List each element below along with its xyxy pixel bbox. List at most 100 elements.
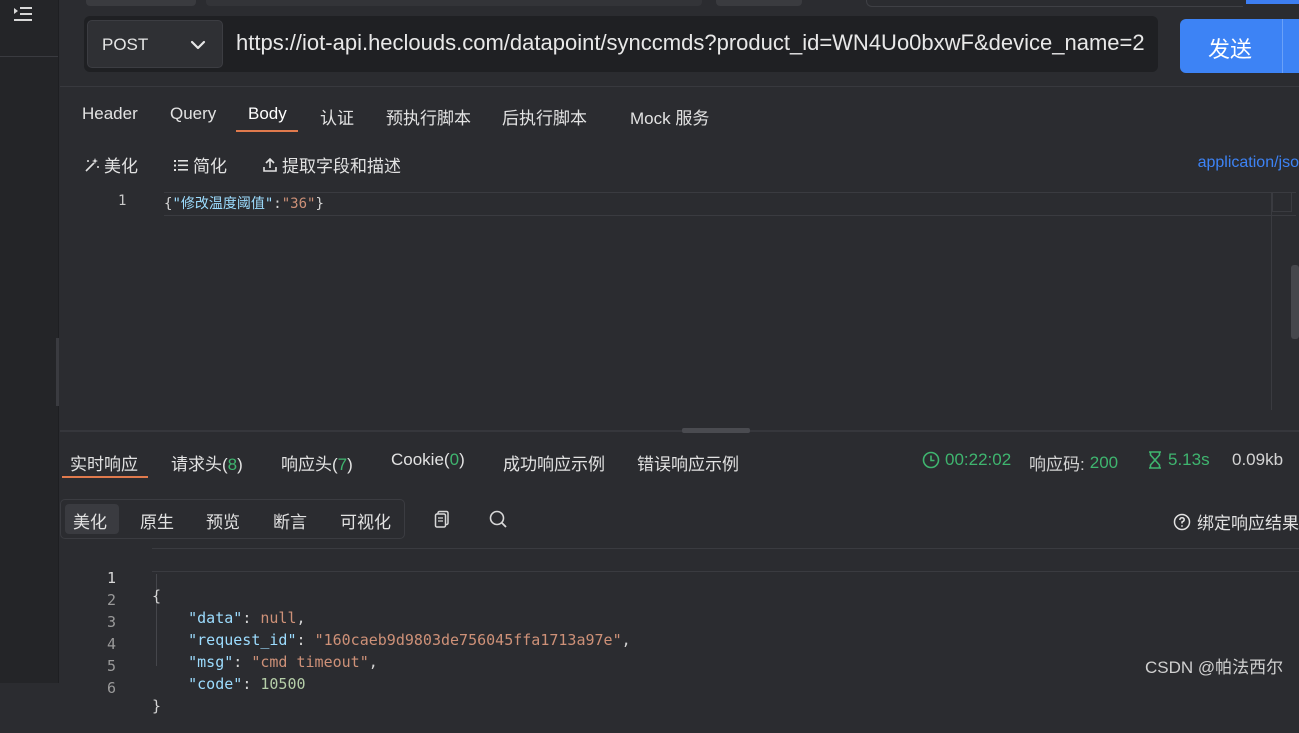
- response-size: 0.09kb: [1232, 450, 1283, 470]
- sidebar-resize-handle[interactable]: [56, 338, 59, 406]
- left-sidebar: [0, 0, 59, 683]
- bind-response-button[interactable]: 绑定响应结果: [1173, 509, 1299, 534]
- magic-wand-icon: [85, 157, 99, 172]
- search-icon[interactable]: [488, 509, 508, 529]
- count-badge: 7: [337, 455, 348, 474]
- tab-label: 请求头(: [171, 455, 228, 474]
- tab-pre-script[interactable]: 预执行脚本: [386, 104, 471, 129]
- code-brace: }: [315, 196, 324, 212]
- list-icon: [174, 159, 188, 171]
- sidebar-divider: [0, 56, 58, 57]
- tab-success-example[interactable]: 成功响应示例: [503, 450, 605, 475]
- bind-response-label: 绑定响应结果: [1197, 514, 1299, 533]
- request-tabs: Header Query Body 认证 预执行脚本 后执行脚本 Mock 服务: [60, 96, 1299, 136]
- duration-value: 5.13s: [1168, 450, 1210, 469]
- size-value: 0.09kb: [1232, 450, 1284, 469]
- send-button-label: 发送: [1208, 37, 1253, 62]
- url-bar: POST https://iot-api.heclouds.com/datapo…: [84, 16, 1158, 72]
- simplify-button[interactable]: 简化: [173, 152, 227, 177]
- tab-response-headers[interactable]: 响应头(7): [281, 450, 353, 475]
- top-tab-fragment[interactable]: [716, 0, 802, 6]
- content-type-select[interactable]: application/jso: [1198, 154, 1299, 172]
- tab-body[interactable]: Body: [248, 104, 287, 124]
- tab-query[interactable]: Query: [170, 104, 216, 124]
- code-line: 4 "msg": "cmd timeout",: [60, 617, 1299, 671]
- main-panel: POST https://iot-api.heclouds.com/datapo…: [60, 0, 1299, 715]
- code-line: 1 {: [60, 551, 1299, 605]
- response-time: 00:22:02: [922, 450, 1011, 470]
- tab-paren: ): [237, 455, 243, 474]
- method-select[interactable]: POST: [87, 20, 223, 68]
- response-body-viewer: 1 { 2 "data": null, 3 "request_id": "160…: [60, 548, 1299, 715]
- tab-paren: ): [459, 450, 465, 469]
- top-button-fragment[interactable]: [1246, 0, 1299, 4]
- top-tab-strip: [60, 0, 1299, 8]
- tab-label: 响应头(: [281, 455, 338, 474]
- tab-header[interactable]: Header: [82, 104, 138, 124]
- status-code: 响应码: 200: [1029, 450, 1118, 475]
- line-number: 1: [118, 193, 127, 209]
- response-tabs: 实时响应 请求头(8) 响应头(7) Cookie(0) 成功响应示例 错误响应…: [60, 440, 1299, 480]
- tab-request-headers[interactable]: 请求头(8): [171, 450, 243, 475]
- upload-icon: [263, 157, 277, 172]
- tab-mock-service[interactable]: Mock 服务: [630, 104, 709, 129]
- code-line: 6 }: [60, 661, 1299, 715]
- view-tab-visualize[interactable]: 可视化: [340, 508, 391, 533]
- divider: [60, 86, 1299, 87]
- tab-auth[interactable]: 认证: [320, 104, 354, 129]
- code-line: {"修改温度阈值":"36"}: [164, 193, 324, 213]
- simplify-label: 简化: [193, 157, 227, 176]
- code-line: 2 "data": null,: [60, 573, 1299, 627]
- active-tab-indicator: [236, 130, 298, 132]
- time-value: 00:22:02: [945, 450, 1012, 469]
- copy-icon[interactable]: [433, 509, 453, 529]
- code-colon: :: [273, 196, 282, 212]
- beautify-button[interactable]: 美化: [84, 152, 138, 177]
- extract-fields-label: 提取字段和描述: [282, 157, 401, 176]
- help-circle-icon: [1173, 513, 1191, 530]
- send-button[interactable]: 发送: [1180, 19, 1299, 73]
- code-line: 5 "code": 10500: [60, 639, 1299, 693]
- response-duration: 5.13s: [1147, 450, 1210, 470]
- body-toolbar: 美化 简化 提取字段和描述 application/jso: [60, 148, 1299, 178]
- splitter-handle[interactable]: [682, 428, 750, 433]
- tab-label: Cookie(: [391, 450, 450, 469]
- beautify-label: 美化: [104, 157, 138, 176]
- code-brace: }: [152, 697, 162, 715]
- url-input[interactable]: https://iot-api.heclouds.com/datapoint/s…: [236, 30, 1148, 56]
- tab-post-script[interactable]: 后执行脚本: [502, 104, 587, 129]
- chevron-down-icon: [190, 40, 206, 50]
- view-tab-raw[interactable]: 原生: [140, 508, 174, 533]
- active-tab-indicator: [62, 476, 148, 478]
- line-number: 6: [106, 679, 116, 697]
- status-value: 200: [1089, 452, 1119, 472]
- clock-icon: [922, 451, 940, 469]
- panel-splitter: [60, 430, 1299, 432]
- code-value: "36": [281, 196, 316, 212]
- editor-overview-box: [1272, 192, 1292, 212]
- view-tab-beautify[interactable]: 美化: [73, 508, 107, 533]
- current-line-highlight: [164, 192, 1296, 216]
- request-body-editor[interactable]: 1 {"修改温度阈值":"36"}: [60, 190, 1299, 412]
- view-tab-preview[interactable]: 预览: [206, 508, 240, 533]
- top-field-fragment[interactable]: [866, 0, 1243, 7]
- method-value: POST: [102, 35, 149, 54]
- tab-error-example[interactable]: 错误响应示例: [637, 450, 739, 475]
- tab-cookie[interactable]: Cookie(0): [391, 450, 465, 470]
- extract-fields-button[interactable]: 提取字段和描述: [262, 152, 401, 177]
- hourglass-icon: [1149, 451, 1161, 469]
- send-button-divider: [1282, 19, 1283, 73]
- scrollbar-thumb[interactable]: [1291, 265, 1299, 339]
- code-key: "修改温度阈值": [172, 196, 274, 212]
- watermark: CSDN @帕法西尔: [1145, 658, 1284, 677]
- response-view-tabs: 美化 原生 预览 断言 可视化: [60, 499, 405, 539]
- code-line: 3 "request_id": "160caeb9d9803de756045ff…: [60, 595, 1299, 649]
- top-tab-fragment[interactable]: [206, 0, 702, 6]
- collapse-menu-icon[interactable]: [13, 6, 33, 24]
- count-badge: 8: [227, 455, 238, 474]
- view-tab-assert[interactable]: 断言: [273, 508, 307, 533]
- top-tab-fragment[interactable]: [86, 0, 196, 6]
- tab-realtime-response[interactable]: 实时响应: [70, 450, 138, 475]
- count-badge: 0: [449, 450, 460, 469]
- tab-paren: ): [347, 455, 353, 474]
